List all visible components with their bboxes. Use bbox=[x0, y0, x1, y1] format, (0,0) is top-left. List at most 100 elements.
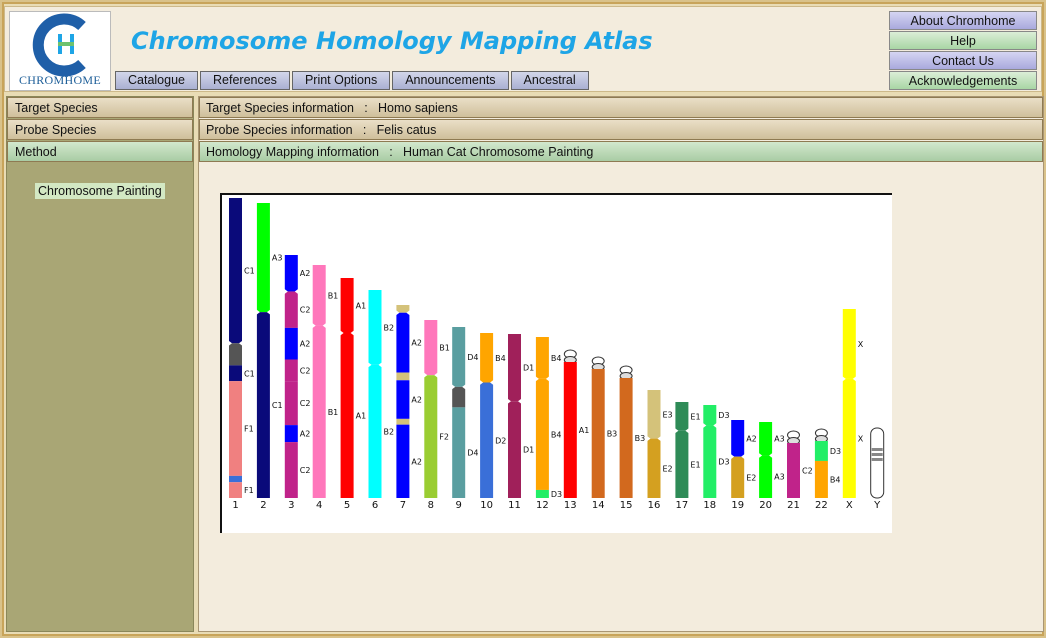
segment-B4 bbox=[814, 460, 828, 498]
chromosome-label: 19 bbox=[731, 500, 744, 511]
chromhome-logo[interactable]: CHROMHOME bbox=[9, 11, 111, 91]
chromosome-X[interactable]: X X X bbox=[841, 309, 864, 511]
segment-label: B3 bbox=[607, 430, 618, 439]
chromosome-label: X bbox=[846, 500, 853, 511]
chromosome-21[interactable]: C2 21 bbox=[787, 430, 813, 511]
chromosome-11[interactable]: D1 D1 11 bbox=[507, 334, 534, 511]
chromosome-2[interactable]: A3 C1 2 bbox=[255, 203, 283, 511]
segment-A1 bbox=[563, 362, 577, 498]
segment-E3 bbox=[647, 390, 661, 439]
chromosome-label: 8 bbox=[428, 500, 434, 511]
chromosome-5[interactable]: A1 A1 5 bbox=[339, 278, 367, 511]
tab-catalogue[interactable]: Catalogue bbox=[115, 71, 198, 90]
segment-D3 bbox=[703, 425, 717, 498]
segment-label: D3 bbox=[551, 490, 562, 499]
segment-label: E1 bbox=[690, 412, 700, 421]
segment-A2 bbox=[396, 424, 410, 498]
sidebar-item-target-species[interactable]: Target Species bbox=[7, 97, 193, 118]
segment-label: A2 bbox=[300, 430, 311, 439]
segment-B3 bbox=[591, 369, 605, 498]
logo-text: CHROMHOME bbox=[18, 73, 102, 87]
chromosome-label: 17 bbox=[676, 500, 689, 511]
chromosome-label: 18 bbox=[703, 500, 716, 511]
help-link[interactable]: Help bbox=[889, 31, 1037, 50]
segment-label: C1 bbox=[244, 267, 255, 276]
segment-label: D1 bbox=[523, 446, 534, 455]
segment-A3 bbox=[759, 455, 773, 498]
tab-announcements[interactable]: Announcements bbox=[392, 71, 509, 90]
target-value: Homo sapiens bbox=[378, 101, 458, 115]
method-chromosome-painting-link[interactable]: Chromosome Painting bbox=[35, 183, 165, 199]
chromosome-22[interactable]: D3 B4 22 bbox=[814, 428, 841, 511]
chromosome-14[interactable]: B3 14 bbox=[591, 356, 618, 511]
segment-label: A2 bbox=[300, 269, 311, 278]
segment-X bbox=[842, 309, 856, 379]
segment-F2 bbox=[424, 375, 438, 498]
sidebar-item-probe-species[interactable]: Probe Species bbox=[7, 119, 193, 140]
segment-B1 bbox=[312, 265, 326, 326]
contact-link[interactable]: Contact Us bbox=[889, 51, 1037, 70]
right-nav: About Chromhome Help Contact Us Acknowle… bbox=[889, 11, 1037, 91]
segment-E1 bbox=[675, 430, 689, 498]
target-label: Target Species information bbox=[206, 101, 354, 115]
tab-ancestral[interactable]: Ancestral bbox=[510, 71, 589, 90]
chromosome-7[interactable]: A2 A2 A2 7 bbox=[395, 305, 422, 511]
chromosome-label: 10 bbox=[480, 500, 493, 511]
sidebar-item-method[interactable]: Method bbox=[7, 141, 193, 162]
segment-label: B2 bbox=[384, 323, 395, 332]
chromosome-20[interactable]: A3 A3 20 bbox=[758, 422, 785, 511]
segment-label: B1 bbox=[328, 291, 339, 300]
chromosome-10[interactable]: B4 D2 10 bbox=[479, 333, 506, 511]
chromosome-15[interactable]: B3 15 bbox=[619, 365, 646, 511]
segment-D3 bbox=[814, 441, 828, 461]
chromosome-8[interactable]: B1 F2 8 bbox=[423, 320, 450, 511]
segment-A3 bbox=[256, 203, 270, 313]
logo-mark-icon bbox=[32, 13, 86, 77]
chromosome-label: 4 bbox=[316, 500, 322, 511]
segment-label: X bbox=[858, 434, 864, 443]
page-title: Chromosome Homology Mapping Atlas bbox=[131, 27, 653, 55]
segment-label: C2 bbox=[300, 399, 311, 408]
separator: : bbox=[389, 145, 393, 159]
chromosome-1[interactable]: C1 C1 F1 F1 1 bbox=[228, 198, 255, 511]
target-species-info: Target Species information: Homo sapiens bbox=[199, 97, 1043, 118]
segment-C1 bbox=[229, 365, 242, 382]
segment-D2 bbox=[480, 382, 494, 498]
segment-D1 bbox=[508, 334, 521, 402]
tab-print-options[interactable]: Print Options bbox=[291, 71, 391, 90]
chromosome-4[interactable]: B1 B1 4 bbox=[311, 265, 339, 511]
separator: : bbox=[364, 101, 368, 115]
chromosome-6[interactable]: B2 B2 6 bbox=[367, 290, 395, 511]
segment-label: D4 bbox=[467, 449, 478, 458]
acknowledgements-link[interactable]: Acknowledgements bbox=[889, 71, 1037, 90]
homology-label: Homology Mapping information bbox=[206, 145, 380, 159]
segment-A1 bbox=[340, 278, 354, 333]
segment-A2 bbox=[284, 327, 298, 360]
about-link[interactable]: About Chromhome bbox=[889, 11, 1037, 30]
chromosome-label: 5 bbox=[344, 500, 350, 511]
segment-E2 bbox=[731, 456, 745, 498]
segment-B1 bbox=[312, 325, 326, 498]
chromosome-9[interactable]: D4 D4 9 bbox=[451, 327, 478, 511]
segment-label: D3 bbox=[830, 447, 841, 456]
chromosome-3[interactable]: A2 C2 A2 C2 C2 A2 C2 3 bbox=[283, 255, 311, 511]
chromosome-Y[interactable]: Y bbox=[870, 427, 885, 511]
chromosome-label: 22 bbox=[815, 500, 828, 511]
chromosome-13[interactable]: A1 13 bbox=[563, 349, 590, 511]
segment-label: A2 bbox=[411, 339, 422, 348]
chromosome-16[interactable]: E3 E2 16 bbox=[646, 390, 673, 511]
chromosome-19[interactable]: A2 E2 19 bbox=[730, 420, 757, 511]
chromosome-12[interactable]: B4 B4 D312 bbox=[534, 337, 562, 511]
chromosome-label: 15 bbox=[620, 500, 633, 511]
segment-label: A1 bbox=[356, 412, 367, 421]
tab-references[interactable]: References bbox=[200, 71, 290, 90]
segment-label: D3 bbox=[718, 458, 729, 467]
chromosome-18[interactable]: D3 D3 18 bbox=[702, 405, 730, 511]
segment-label: B2 bbox=[384, 427, 395, 436]
segment-D3 bbox=[703, 405, 717, 426]
segment-label: E1 bbox=[690, 460, 700, 469]
segment-D4 bbox=[452, 407, 466, 498]
segment-C2 bbox=[284, 381, 298, 426]
segment-D1 bbox=[508, 401, 521, 498]
chromosome-17[interactable]: E1 E1 17 bbox=[674, 402, 701, 511]
